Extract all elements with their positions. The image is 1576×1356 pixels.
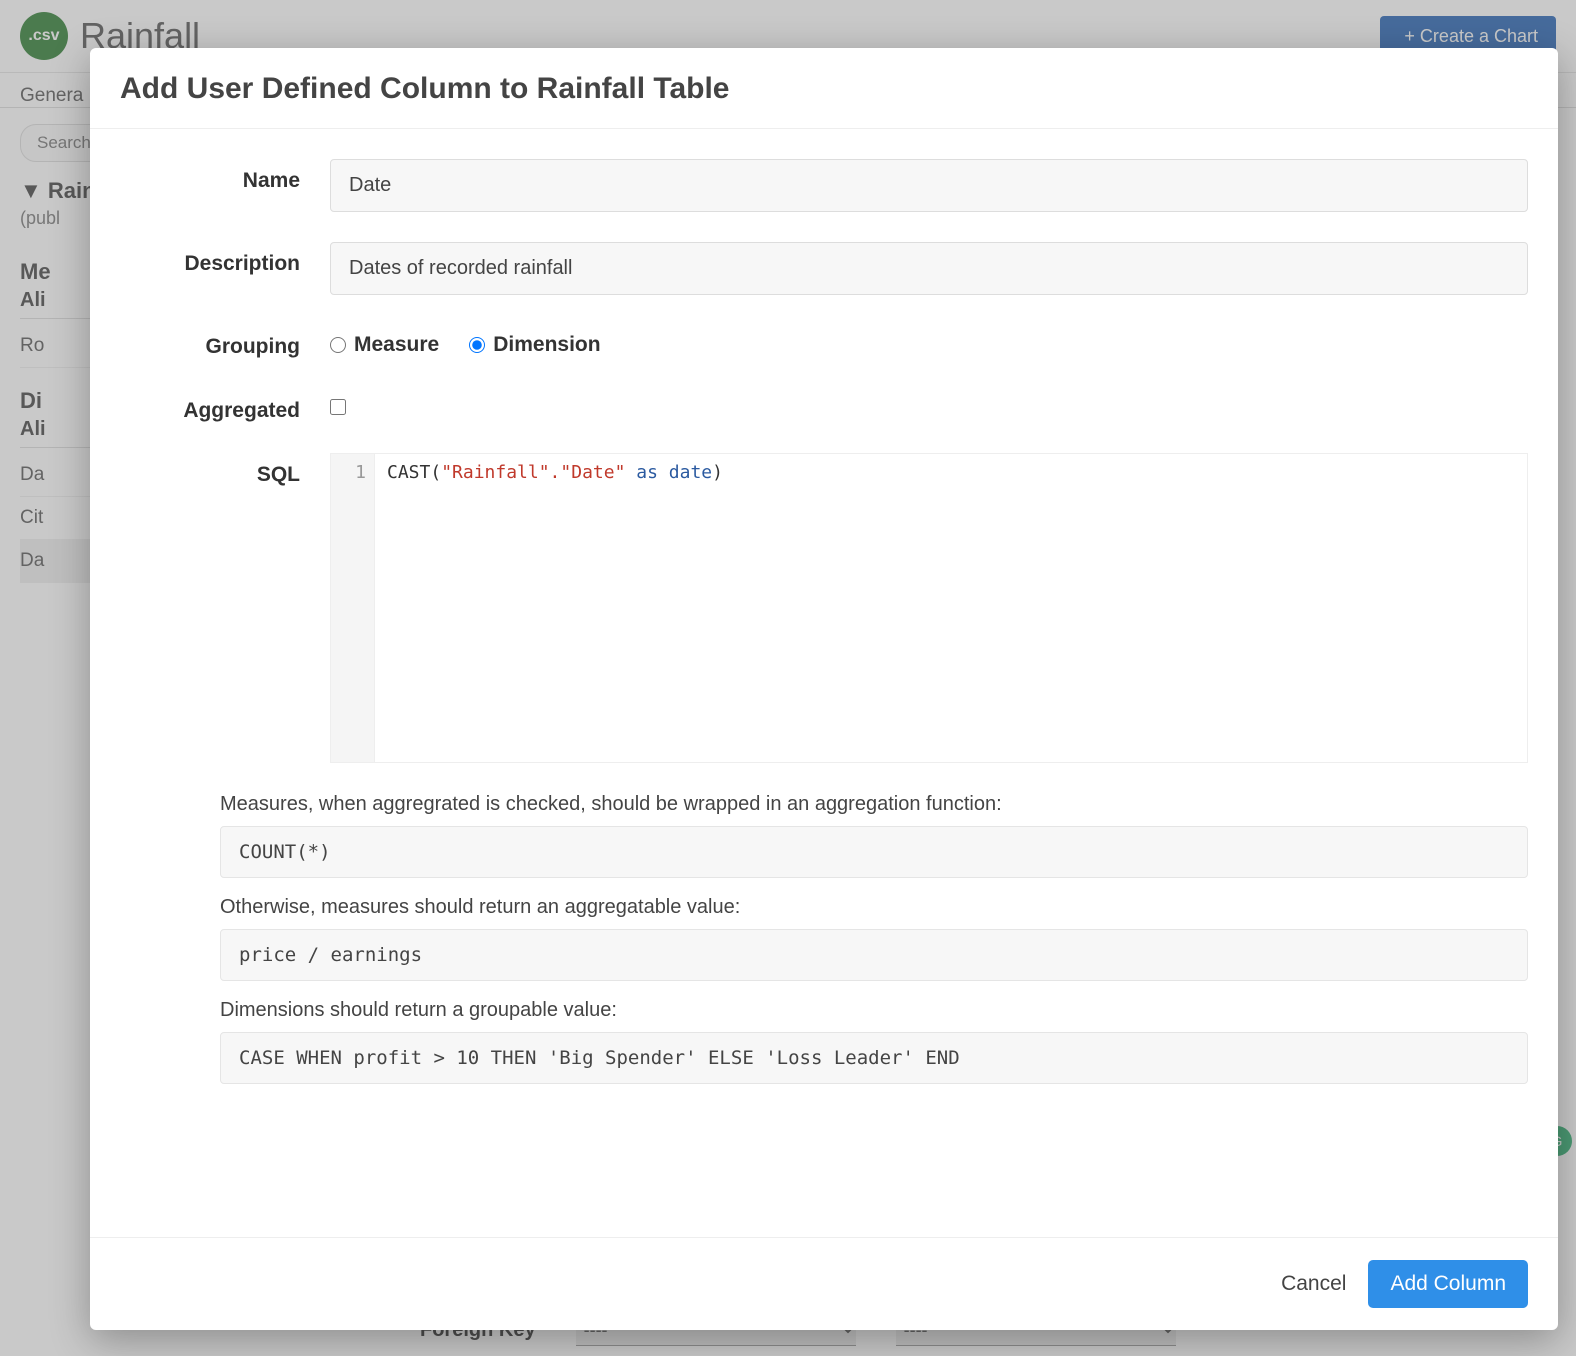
sql-gutter: 1 — [331, 454, 375, 762]
help-snippet-2: price / earnings — [220, 929, 1528, 981]
help-snippet-3: CASE WHEN profit > 10 THEN 'Big Spender'… — [220, 1032, 1528, 1084]
help-section: Measures, when aggregrated is checked, s… — [220, 793, 1528, 1084]
sql-editor[interactable]: 1 CAST("Rainfall"."Date" as date) — [330, 453, 1528, 763]
sql-tok-cast: CAST( — [387, 462, 441, 483]
sql-tok-string: "Rainfall"."Date" — [441, 462, 625, 483]
grouping-label: Grouping — [120, 325, 330, 359]
modal-header: Add User Defined Column to Rainfall Tabl… — [90, 48, 1558, 129]
modal-footer: Cancel Add Column — [90, 1237, 1558, 1330]
add-column-modal: Add User Defined Column to Rainfall Tabl… — [90, 48, 1558, 1330]
sql-code-area[interactable]: CAST("Rainfall"."Date" as date) — [375, 454, 1527, 762]
cancel-button[interactable]: Cancel — [1281, 1272, 1346, 1296]
aggregated-checkbox[interactable] — [330, 399, 346, 415]
grouping-radio-group: Measure Dimension — [330, 325, 1528, 357]
grouping-measure-option[interactable]: Measure — [330, 333, 439, 357]
sql-tok-as: as — [625, 462, 668, 483]
modal-body: Name Description Grouping Measure Dimens… — [90, 129, 1558, 1237]
add-column-button[interactable]: Add Column — [1368, 1260, 1528, 1308]
grouping-dimension-text: Dimension — [493, 333, 600, 357]
description-label: Description — [120, 242, 330, 276]
help-snippet-1: COUNT(*) — [220, 826, 1528, 878]
sql-tok-type: date — [669, 462, 712, 483]
grouping-measure-radio[interactable] — [330, 337, 346, 353]
description-input[interactable] — [330, 242, 1528, 295]
help-text-1: Measures, when aggregrated is checked, s… — [220, 793, 1528, 816]
help-text-3: Dimensions should return a groupable val… — [220, 999, 1528, 1022]
modal-title: Add User Defined Column to Rainfall Tabl… — [120, 72, 1528, 106]
aggregated-label: Aggregated — [120, 389, 330, 423]
name-input[interactable] — [330, 159, 1528, 212]
grouping-dimension-option[interactable]: Dimension — [469, 333, 600, 357]
grouping-dimension-radio[interactable] — [469, 337, 485, 353]
name-label: Name — [120, 159, 330, 193]
grouping-measure-text: Measure — [354, 333, 439, 357]
sql-label: SQL — [120, 453, 330, 487]
sql-tok-close: ) — [712, 462, 723, 483]
help-text-2: Otherwise, measures should return an agg… — [220, 896, 1528, 919]
